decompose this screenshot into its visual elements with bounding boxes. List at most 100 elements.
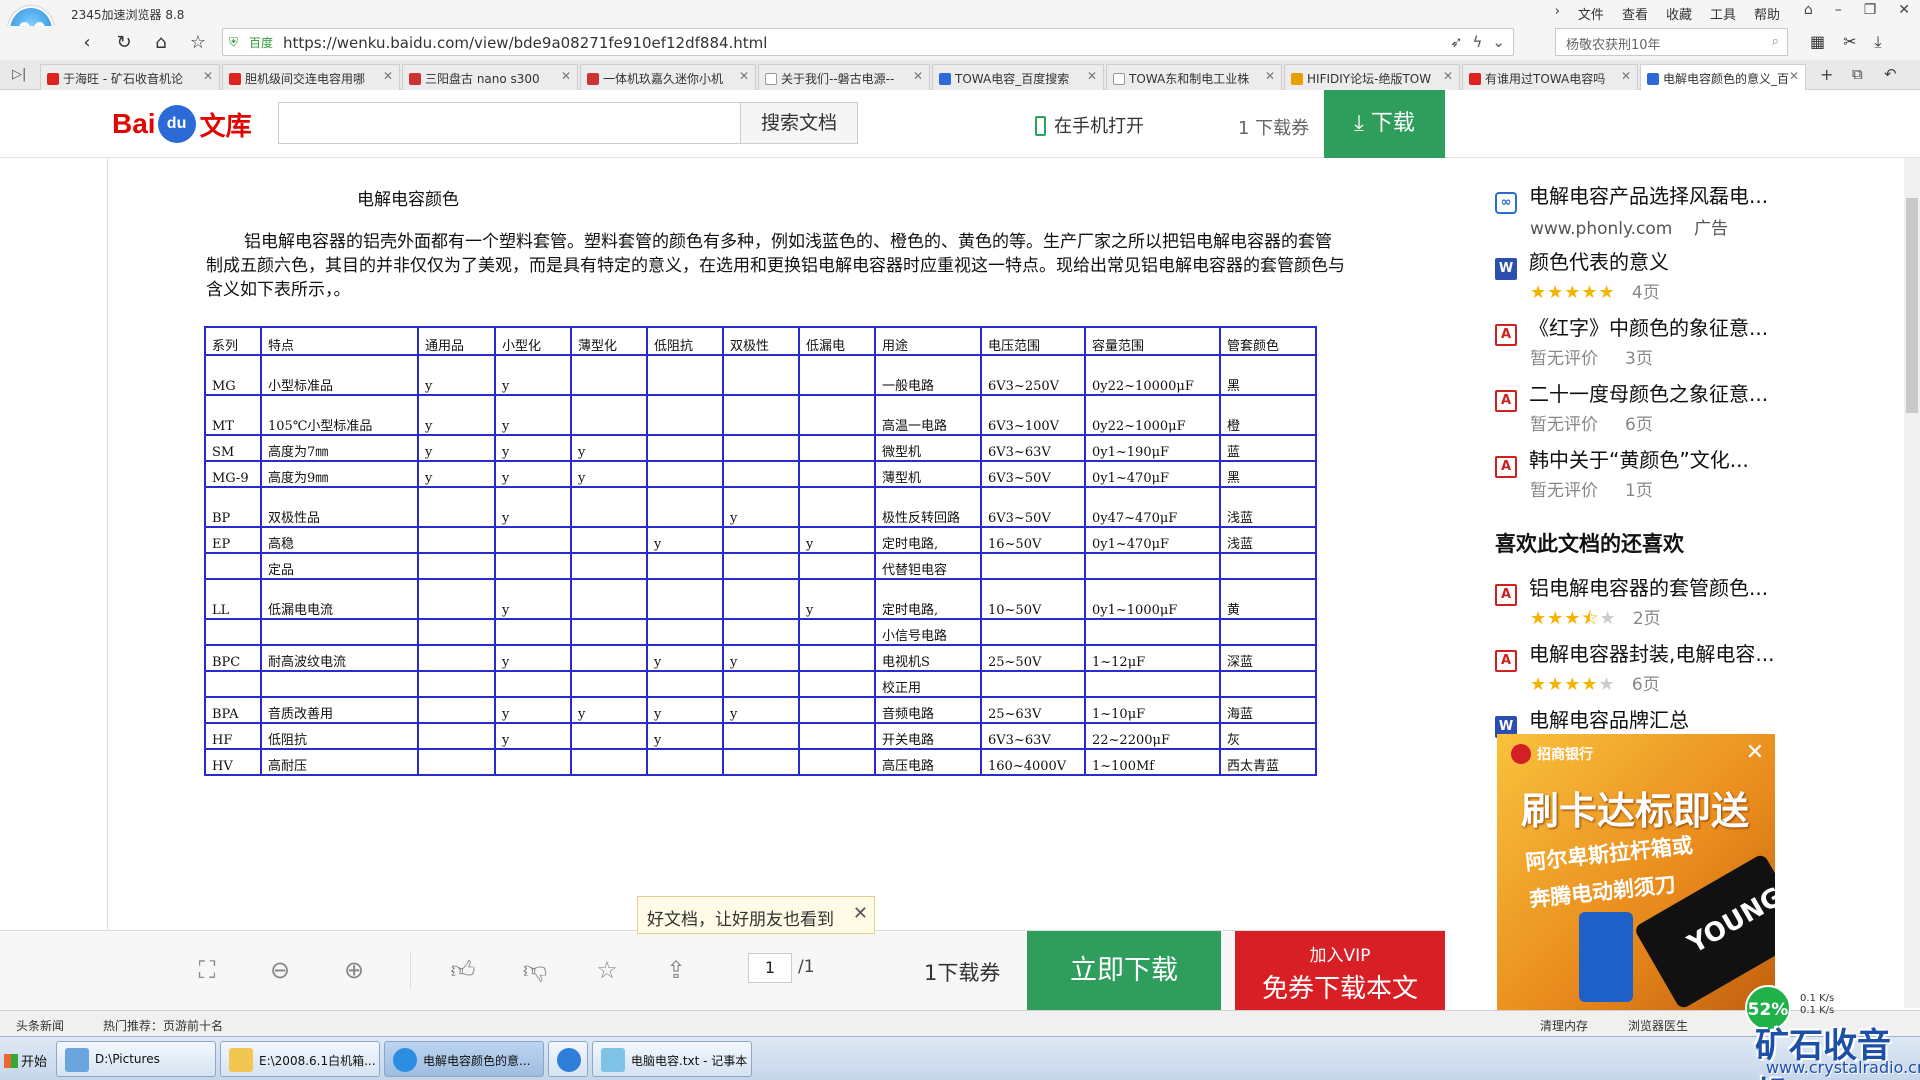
doc-search-button[interactable]: 搜索文档	[740, 102, 858, 144]
tab-2[interactable]: 胆机级间交连电容用哪 ✕	[222, 64, 400, 90]
lightning-icon[interactable]: ϟ	[1473, 33, 1483, 51]
menu-arrow-icon[interactable]: ›	[1555, 4, 1560, 23]
close-icon[interactable]: ✕	[561, 69, 571, 83]
tab-bar: ▷| 于海旺 - 矿石收音机论 ✕ 胆机级间交连电容用哪 ✕ 三阳盘古 nano s…	[0, 60, 1920, 90]
related-doc-1[interactable]: ∞ 电解电容产品选择风磊电...	[1495, 180, 1768, 214]
vip-download-button[interactable]: 加入VIP 免券下载本文	[1235, 931, 1445, 1011]
scrollbar-thumb[interactable]	[1906, 198, 1918, 413]
close-icon[interactable]: ✕	[1087, 69, 1097, 83]
menu-view[interactable]: 查看	[1622, 4, 1648, 23]
download-now-button[interactable]: 立即下载	[1027, 931, 1221, 1011]
close-icon[interactable]: ✕	[739, 69, 749, 83]
search-icon[interactable]: ⌕	[1772, 34, 1779, 49]
tab-6[interactable]: TOWA电容_百度搜索 ✕	[932, 64, 1104, 90]
menu-file[interactable]: 文件	[1578, 4, 1604, 23]
liked-doc-1[interactable]: A 铝电解电容器的套管颜色...	[1495, 572, 1768, 606]
new-tab-icon[interactable]: +	[1820, 65, 1833, 84]
table-row: 校正用	[204, 670, 1317, 698]
rating-stars: ★★★★★	[1530, 282, 1616, 303]
tab-7[interactable]: TOWA东和制电工业株 ✕	[1106, 64, 1282, 90]
table-cell: y	[494, 394, 572, 436]
tab-label: 三阳盘古 nano s300	[425, 72, 540, 86]
close-icon[interactable]: ✕	[1265, 69, 1275, 83]
clean-memory-button[interactable]: 清理内存	[1540, 1017, 1588, 1034]
taskbar-item-browser[interactable]: 电解电容颜色的意...	[384, 1041, 544, 1077]
apps-grid-icon[interactable]: ▦	[1810, 32, 1825, 52]
back-icon[interactable]: ‹	[75, 31, 99, 55]
tab-8[interactable]: HIFIDIY论坛-绝版TOW ✕	[1284, 64, 1460, 90]
start-button[interactable]: 开始	[0, 1041, 50, 1077]
open-on-phone-button[interactable]: 在手机打开	[1035, 112, 1144, 138]
table-cell: HF	[204, 722, 262, 750]
taskbar-item-notepad[interactable]: 电脑电容.txt - 记事本	[592, 1041, 752, 1077]
tab-list-icon[interactable]: ⧉	[1852, 65, 1863, 83]
related-doc-2[interactable]: W 颜色代表的意义	[1495, 246, 1669, 280]
search-text[interactable]: 杨敬农获刑10年	[1566, 34, 1661, 53]
address-bar[interactable]: ⛨ 百度 https://wenku.baidu.com/view/bde9a0…	[222, 28, 1514, 56]
favorite-star-icon[interactable]: ☆	[592, 955, 622, 985]
taskbar-item-folder[interactable]: E:\2008.6.1白机箱...	[220, 1041, 380, 1077]
tooltip-close-icon[interactable]: ✕	[853, 903, 868, 924]
sidebar-toggle-icon[interactable]: ▷|	[12, 67, 26, 82]
headline-news-link[interactable]: 头条新闻	[16, 1017, 64, 1034]
bank-advertisement[interactable]: 招商银行 刷卡达标即送 阿尔卑斯拉杆箱或 奔腾电动剃须刀 YOUNG ✕	[1497, 734, 1775, 1012]
baidu-wenku-logo[interactable]: Bai du 文库	[112, 104, 252, 144]
liked-doc-2[interactable]: A 电解电容器封装,电解电容...	[1495, 638, 1774, 672]
close-icon[interactable]: ✕	[203, 69, 213, 83]
close-icon[interactable]: ✕	[1621, 69, 1631, 83]
menu-help[interactable]: 帮助	[1754, 4, 1780, 23]
taskbar-item-ie[interactable]	[548, 1041, 588, 1077]
tab-5[interactable]: 关于我们--磐古电源-- ✕	[758, 64, 930, 90]
site-label: 百度	[249, 36, 274, 50]
related-doc-3[interactable]: A 《红字》中颜色的象征意...	[1495, 312, 1768, 346]
table-cell: MG	[204, 354, 262, 396]
dropdown-icon[interactable]: ⌄	[1492, 33, 1505, 51]
minimize-button[interactable]: –	[1835, 2, 1842, 18]
page-number-input[interactable]: 1	[748, 953, 792, 983]
table-cell	[798, 696, 876, 724]
table-cell: 低阻抗	[260, 722, 419, 750]
menu-favorites[interactable]: 收藏	[1666, 4, 1692, 23]
star-icon[interactable]: ☆	[186, 31, 210, 55]
taskbar-item-pictures[interactable]: D:\Pictures	[56, 1041, 216, 1077]
skin-icon[interactable]: ⌂	[1804, 2, 1813, 18]
ad-close-icon[interactable]: ✕	[1743, 742, 1767, 766]
scissors-icon[interactable]: ✂	[1843, 32, 1856, 52]
ad-line-3: 奔腾电动剃须刀	[1528, 872, 1677, 912]
rocket-icon[interactable]: ➶	[1450, 33, 1463, 51]
tab-9[interactable]: 有谁用过TOWA电容吗 ✕	[1462, 64, 1638, 90]
tab-4[interactable]: 一体机玖嘉久迷你小机 ✕	[580, 64, 756, 90]
thumbs-down-icon[interactable]: 👎︎	[520, 955, 550, 985]
close-icon[interactable]: ✕	[1789, 69, 1799, 83]
close-button[interactable]: ✕	[1898, 2, 1910, 18]
undo-close-icon[interactable]: ↶	[1884, 65, 1897, 83]
menu-tools[interactable]: 工具	[1710, 4, 1736, 23]
share-icon[interactable]: ⇪	[661, 955, 691, 985]
related-doc-4[interactable]: A 二十一度母颜色之象征意...	[1495, 378, 1768, 412]
fullscreen-icon[interactable]: ⛶	[192, 955, 222, 985]
zoom-in-icon[interactable]: ⊕	[339, 955, 369, 985]
liked-doc-3[interactable]: W 电解电容品牌汇总	[1495, 704, 1689, 738]
close-icon[interactable]: ✕	[1443, 69, 1453, 83]
tab-10-active[interactable]: 电解电容颜色的意义_百 ✕	[1640, 64, 1806, 90]
page-scrollbar[interactable]	[1904, 158, 1920, 1008]
tab-1[interactable]: 于海旺 - 矿石收音机论 ✕	[40, 64, 220, 90]
doc-search-input[interactable]	[278, 102, 743, 144]
table-cell	[494, 526, 572, 554]
close-icon[interactable]: ✕	[383, 69, 393, 83]
home-icon[interactable]: ⌂	[149, 31, 173, 55]
browser-doctor-button[interactable]: 浏览器医生	[1628, 1017, 1688, 1034]
refresh-icon[interactable]: ↻	[112, 31, 136, 55]
close-icon[interactable]: ✕	[913, 69, 923, 83]
tab-favicon	[1469, 73, 1481, 85]
download-icon[interactable]: ⤓	[1875, 32, 1882, 52]
hot-recommend-link[interactable]: 热门推荐：页游前十名	[103, 1017, 223, 1034]
maximize-button[interactable]: ❐	[1864, 2, 1877, 18]
related-doc-5[interactable]: A 韩中关于“黄颜色”文化...	[1495, 444, 1749, 478]
zoom-out-icon[interactable]: ⊖	[265, 955, 295, 985]
thumbs-up-icon[interactable]: 👍︎	[448, 955, 478, 985]
header-download-button[interactable]: ⤓ 下载	[1324, 90, 1445, 158]
tab-3[interactable]: 三阳盘古 nano s300 ✕	[402, 64, 578, 90]
url-text[interactable]: https://wenku.baidu.com/view/bde9a08271f…	[283, 34, 767, 52]
search-box[interactable]: 杨敬农获刑10年 ⌕	[1555, 28, 1788, 56]
